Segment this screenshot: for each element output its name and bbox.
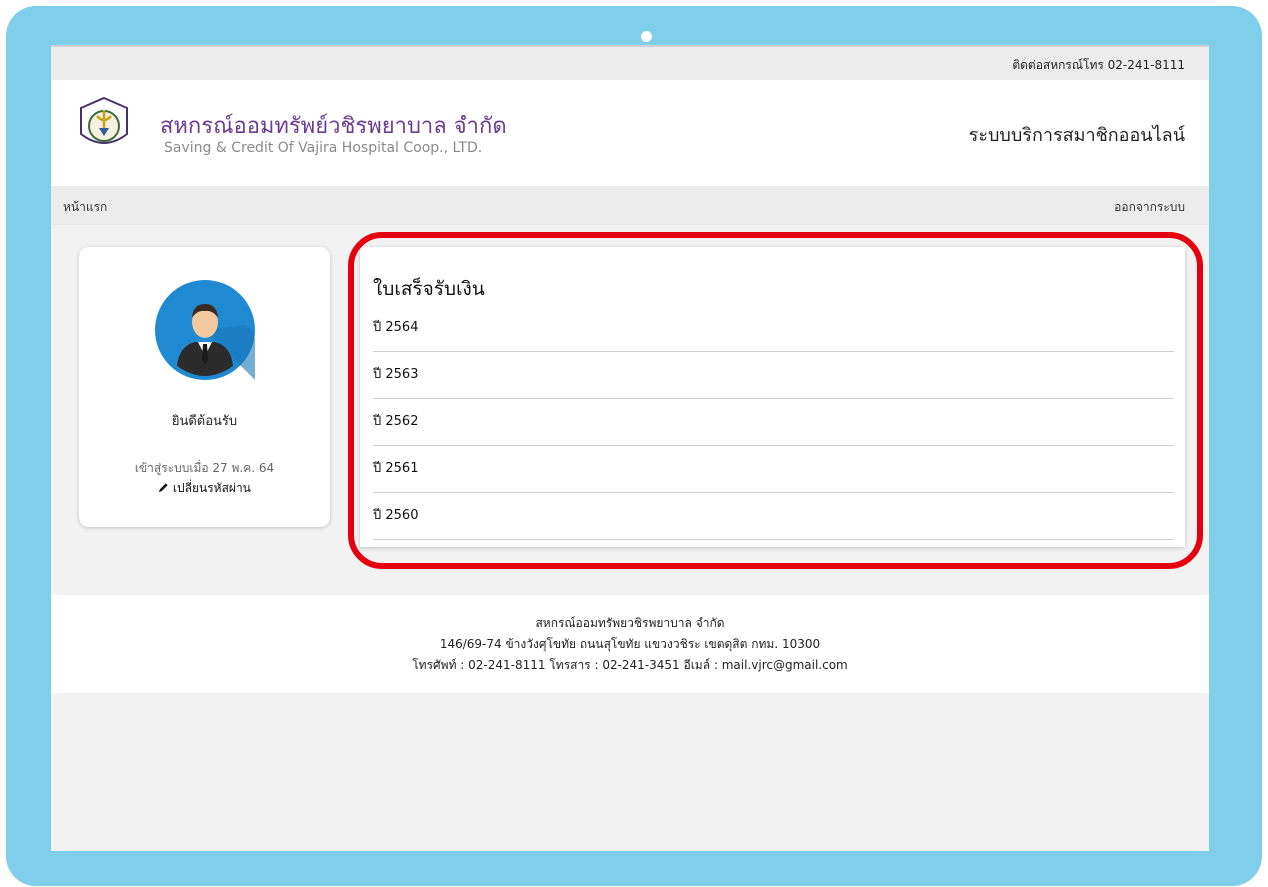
profile-card: ยินดีต้อนรับ เข้าสู่ระบบเมื่อ 27 พ.ค. 64… <box>79 247 330 527</box>
coop-logo-icon[interactable] <box>77 96 131 150</box>
receipt-title: ใบเสร็จรับเงิน <box>373 278 485 300</box>
receipt-year-2563[interactable]: ปี 2563 <box>373 352 1174 399</box>
receipt-year-2561[interactable]: ปี 2561 <box>373 446 1174 493</box>
site-header: สหกรณ์ออมทรัพย์วชิรพยาบาล จำกัด Saving &… <box>51 80 1209 186</box>
receipt-year-2560[interactable]: ปี 2560 <box>373 493 1174 540</box>
nav-bar: หน้าแรก ออกจากระบบ <box>51 186 1209 225</box>
welcome-text: ยินดีต้อนรับ <box>171 414 238 429</box>
receipt-year-2562[interactable]: ปี 2562 <box>373 399 1174 446</box>
last-login-text: เข้าสู่ระบบเมื่อ 27 พ.ค. 64 <box>134 461 275 475</box>
change-password-label: เปลี่ยนรหัสผ่าน <box>172 481 251 495</box>
system-title: ระบบบริการสมาชิกออนไลน์ <box>968 125 1185 146</box>
footer-org-name: สหกรณ์ออมทรัพยวชิรพยาบาล จำกัด <box>535 616 725 630</box>
receipt-year-2564[interactable]: ปี 2564 <box>373 305 1174 352</box>
brand-name-thai: สหกรณ์ออมทรัพย์วชิรพยาบาล จำกัด <box>160 114 507 139</box>
footer-contact: โทรศัพท์ : 02-241-8111 โทรสาร : 02-241-3… <box>412 658 848 672</box>
receipt-card: ใบเสร็จรับเงิน ปี 2564 ปี 2563 ปี 2562 ป… <box>360 247 1185 547</box>
change-password-link[interactable]: เปลี่ยนรหัสผ่าน <box>79 479 330 498</box>
brand-name-english: Saving & Credit Of Vajira Hospital Coop.… <box>164 140 483 156</box>
site-footer: สหกรณ์ออมทรัพยวชิรพยาบาล จำกัด 146/69-74… <box>51 595 1209 693</box>
top-contact-bar: ติดต่อสหกรณ์โทร 02-241-8111 <box>51 45 1209 80</box>
nav-home-link[interactable]: หน้าแรก <box>63 198 107 217</box>
user-avatar-icon <box>155 280 255 380</box>
contact-phone: ติดต่อสหกรณ์โทร 02-241-8111 <box>1012 58 1185 72</box>
screen: ติดต่อสหกรณ์โทร 02-241-8111 สหกรณ์ออมทรั… <box>51 45 1209 851</box>
receipt-year-list: ปี 2564 ปี 2563 ปี 2562 ปี 2561 ปี 2560 <box>373 305 1174 540</box>
logout-link[interactable]: ออกจากระบบ <box>1114 198 1185 217</box>
pencil-icon <box>159 483 168 493</box>
footer-address: 146/69-74 ข้างวังศุโขทัย ถนนสุโขทัย แขวง… <box>439 637 821 651</box>
camera-dot <box>641 31 652 42</box>
main-content: ยินดีต้อนรับ เข้าสู่ระบบเมื่อ 27 พ.ค. 64… <box>51 225 1209 595</box>
